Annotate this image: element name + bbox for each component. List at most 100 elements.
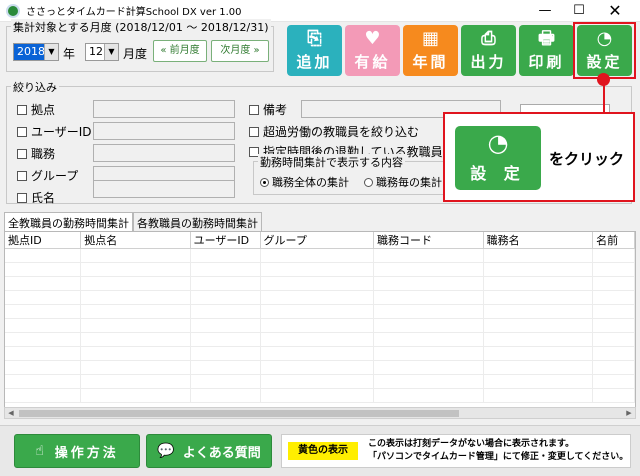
table-cell[interactable] [260,360,375,375]
table-cell[interactable] [373,262,484,277]
table-row[interactable] [5,374,635,389]
table-cell[interactable] [592,262,635,277]
table-cell[interactable] [373,332,484,347]
table-cell[interactable] [5,360,82,375]
table-cell[interactable] [80,290,191,305]
scroll-thumb[interactable] [19,410,459,417]
table-cell[interactable] [190,360,261,375]
table-cell[interactable] [483,388,594,403]
table-cell[interactable] [260,346,375,361]
table-cell[interactable] [592,332,635,347]
table-cell[interactable] [592,374,635,389]
col-group[interactable]: グループ [260,232,375,249]
table-cell[interactable] [260,374,375,389]
manual-button[interactable]: ☝ 操作方法 [14,434,140,468]
table-cell[interactable] [190,388,261,403]
table-row[interactable] [5,332,635,347]
table-row[interactable] [5,290,635,305]
table-cell[interactable] [592,388,635,403]
table-cell[interactable] [373,276,484,291]
horizontal-scrollbar[interactable]: ◀ ▶ [4,407,636,419]
table-cell[interactable] [190,318,261,333]
col-job-code[interactable]: 職務コード [373,232,484,249]
remarks-checkbox[interactable]: 備考 [249,101,287,118]
table-row[interactable] [5,346,635,361]
table-cell[interactable] [190,304,261,319]
base-checkbox[interactable]: 拠点 [17,101,55,118]
add-button[interactable]: ⎘ 追加 [287,25,342,76]
summary-table[interactable]: 拠点ID 拠点名 ユーザーID グループ 職務コード 職務名 名前 [4,231,636,417]
table-cell[interactable] [80,360,191,375]
table-cell[interactable] [80,318,191,333]
name-checkbox[interactable]: 氏名 [17,189,55,206]
table-cell[interactable] [5,374,82,389]
table-cell[interactable] [373,304,484,319]
name-field[interactable] [93,180,235,198]
table-cell[interactable] [373,374,484,389]
scroll-left-icon[interactable]: ◀ [5,408,17,418]
table-cell[interactable] [190,262,261,277]
table-cell[interactable] [80,262,191,277]
table-cell[interactable] [5,318,82,333]
col-name[interactable]: 名前 [592,232,635,249]
table-row[interactable] [5,304,635,319]
table-cell[interactable] [373,388,484,403]
table-cell[interactable] [373,290,484,305]
paid-leave-button[interactable]: ♥ 有給 [345,25,400,76]
year-select[interactable]: 2018 ▼ [13,43,59,61]
base-field[interactable] [93,100,235,118]
table-cell[interactable] [260,248,375,263]
table-cell[interactable] [592,318,635,333]
table-cell[interactable] [5,276,82,291]
table-cell[interactable] [5,262,82,277]
col-job-name[interactable]: 職務名 [483,232,594,249]
table-cell[interactable] [483,346,594,361]
faq-button[interactable]: 💬 よくある質問 [146,434,272,468]
table-cell[interactable] [5,332,82,347]
col-base-name[interactable]: 拠点名 [80,232,191,249]
tab-each-staff[interactable]: 各教職員の勤務時間集計 [133,212,262,232]
col-user-id[interactable]: ユーザーID [190,232,261,249]
close-button[interactable]: ✕ [598,0,632,22]
table-cell[interactable] [5,388,82,403]
table-row[interactable] [5,360,635,375]
table-cell[interactable] [483,360,594,375]
table-cell[interactable] [483,276,594,291]
prev-month-button[interactable]: « 前月度 [153,40,207,62]
table-cell[interactable] [5,304,82,319]
table-cell[interactable] [80,248,191,263]
annual-button[interactable]: ▦ 年間 [403,25,458,76]
table-cell[interactable] [260,262,375,277]
table-cell[interactable] [483,248,594,263]
table-row[interactable] [5,318,635,333]
job-checkbox[interactable]: 職務 [17,145,55,162]
table-cell[interactable] [592,304,635,319]
table-cell[interactable] [190,332,261,347]
table-cell[interactable] [80,304,191,319]
table-row[interactable] [5,388,635,403]
month-select[interactable]: 12 ▼ [85,43,119,61]
table-cell[interactable] [80,374,191,389]
table-cell[interactable] [483,290,594,305]
chevron-down-icon[interactable]: ▼ [44,44,58,60]
table-cell[interactable] [190,248,261,263]
tab-all-staff[interactable]: 全教職員の勤務時間集計 [4,212,133,232]
table-cell[interactable] [260,290,375,305]
radio-each-job[interactable]: 職務毎の集計 [364,174,442,190]
overtime-checkbox[interactable]: 超過労働の教職員を絞り込む [249,123,419,140]
next-month-button[interactable]: 次月度 » [211,40,269,62]
table-cell[interactable] [592,360,635,375]
table-cell[interactable] [80,346,191,361]
table-cell[interactable] [80,332,191,347]
output-button[interactable]: ⎙ 出力 [461,25,516,76]
table-cell[interactable] [260,276,375,291]
table-cell[interactable] [260,388,375,403]
table-cell[interactable] [483,304,594,319]
table-row[interactable] [5,248,635,263]
radio-all-jobs[interactable]: 職務全体の集計 [260,174,349,190]
table-cell[interactable] [483,318,594,333]
table-cell[interactable] [5,346,82,361]
table-cell[interactable] [190,346,261,361]
maximize-button[interactable]: ☐ [562,0,596,22]
table-cell[interactable] [260,318,375,333]
